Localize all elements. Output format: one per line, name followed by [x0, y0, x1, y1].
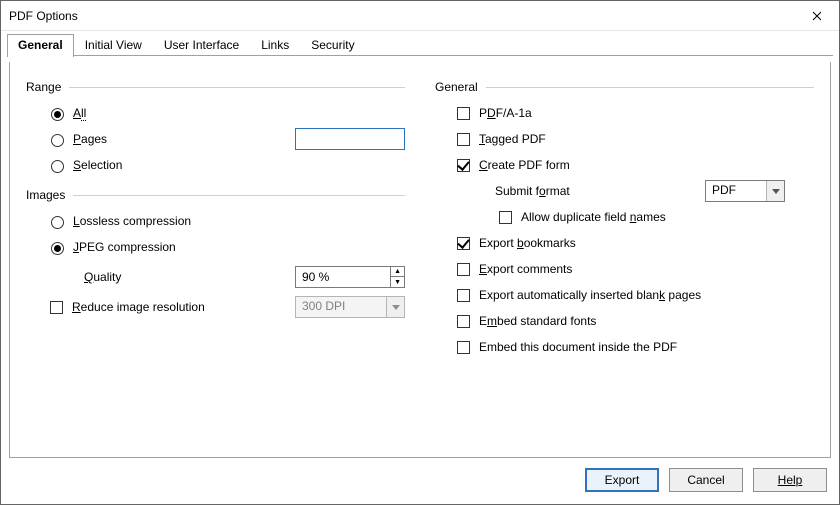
- close-icon: [812, 11, 822, 21]
- check-export-blank-label: Export automatically inserted blank page…: [479, 288, 701, 302]
- check-allow-dup-input[interactable]: [499, 211, 512, 224]
- radio-jpeg-label: JPEG compression: [73, 240, 176, 254]
- cancel-button[interactable]: Cancel: [669, 468, 743, 492]
- radio-lossless[interactable]: Lossless compression: [46, 213, 191, 229]
- spin-down-icon[interactable]: ▼: [391, 277, 404, 287]
- general-label: General: [435, 80, 478, 94]
- images-group-header: Images: [26, 188, 405, 202]
- check-export-bookmarks-input[interactable]: [457, 237, 470, 250]
- submit-format-value: PDF: [706, 181, 766, 201]
- right-column: General PDF/A-1a Tagged PDF: [435, 76, 814, 449]
- quality-spinner[interactable]: ▲ ▼: [295, 266, 405, 288]
- divider: [73, 195, 405, 196]
- export-button[interactable]: Export: [585, 468, 659, 492]
- check-pdfa-input[interactable]: [457, 107, 470, 120]
- resolution-combo-value: 300 DPI: [296, 297, 386, 317]
- check-export-comments-label: Export comments: [479, 262, 572, 276]
- tab-user-interface[interactable]: User Interface: [153, 34, 250, 56]
- check-create-form-label: Create PDF form: [479, 158, 570, 172]
- check-embed-doc[interactable]: Embed this document inside the PDF: [453, 338, 677, 357]
- close-button[interactable]: [794, 1, 839, 31]
- help-button-label: Help: [778, 473, 803, 487]
- tab-panel-general: Range All Pages: [9, 62, 831, 458]
- check-export-bookmarks[interactable]: Export bookmarks: [453, 234, 576, 253]
- check-reduce-resolution[interactable]: Reduce image resolution: [46, 298, 205, 317]
- range-label: Range: [26, 80, 61, 94]
- resolution-combo: 300 DPI: [295, 296, 405, 318]
- divider: [486, 87, 814, 88]
- tab-general[interactable]: General: [7, 34, 74, 57]
- radio-pages-input[interactable]: [51, 134, 64, 147]
- range-group-header: Range: [26, 80, 405, 94]
- quality-label: Quality: [84, 270, 121, 284]
- check-embed-fonts[interactable]: Embed standard fonts: [453, 312, 596, 331]
- help-button[interactable]: Help: [753, 468, 827, 492]
- radio-jpeg[interactable]: JPEG compression: [46, 239, 176, 255]
- check-embed-fonts-input[interactable]: [457, 315, 470, 328]
- check-embed-doc-label: Embed this document inside the PDF: [479, 340, 677, 354]
- check-export-comments[interactable]: Export comments: [453, 260, 572, 279]
- radio-selection[interactable]: Selection: [46, 157, 122, 173]
- chevron-down-icon: [392, 305, 400, 310]
- dialog-title: PDF Options: [9, 9, 78, 23]
- general-group-header: General: [435, 80, 814, 94]
- check-reduce-resolution-label: Reduce image resolution: [72, 300, 205, 314]
- check-reduce-resolution-input[interactable]: [50, 301, 63, 314]
- pages-input[interactable]: [295, 128, 405, 150]
- spin-up-icon[interactable]: ▲: [391, 267, 404, 277]
- check-pdfa[interactable]: PDF/A-1a: [453, 104, 532, 123]
- check-embed-doc-input[interactable]: [457, 341, 470, 354]
- pdf-options-dialog: PDF Options General Initial View User In…: [0, 0, 840, 505]
- check-pdfa-label: PDF/A-1a: [479, 106, 532, 120]
- check-tagged-label: Tagged PDF: [479, 132, 546, 146]
- submit-format-label: Submit format: [495, 184, 705, 198]
- check-embed-fonts-label: Embed standard fonts: [479, 314, 596, 328]
- left-column: Range All Pages: [26, 76, 405, 449]
- tabstrip: General Initial View User Interface Link…: [1, 31, 839, 56]
- quality-spin-buttons[interactable]: ▲ ▼: [390, 267, 404, 287]
- chevron-down-icon: [772, 189, 780, 194]
- submit-format-combo-button[interactable]: [766, 181, 784, 201]
- check-export-comments-input[interactable]: [457, 263, 470, 276]
- divider: [69, 87, 405, 88]
- tab-general-label: General: [18, 38, 63, 52]
- check-export-blank-input[interactable]: [457, 289, 470, 302]
- check-allow-dup[interactable]: Allow duplicate field names: [495, 208, 666, 227]
- radio-selection-input[interactable]: [51, 160, 64, 173]
- check-allow-dup-label: Allow duplicate field names: [521, 210, 666, 224]
- check-export-blank[interactable]: Export automatically inserted blank page…: [453, 286, 701, 305]
- check-export-bookmarks-label: Export bookmarks: [479, 236, 576, 250]
- check-tagged[interactable]: Tagged PDF: [453, 130, 546, 149]
- radio-all-input[interactable]: [51, 108, 64, 121]
- tab-initial-view-label: Initial View: [85, 38, 142, 52]
- radio-all[interactable]: All: [46, 105, 86, 121]
- radio-lossless-label: Lossless compression: [73, 214, 191, 228]
- check-create-form-input[interactable]: [457, 159, 470, 172]
- radio-all-label: All: [73, 106, 86, 120]
- tab-security[interactable]: Security: [300, 34, 365, 56]
- resolution-combo-button: [386, 297, 404, 317]
- tab-links[interactable]: Links: [250, 34, 300, 56]
- export-button-label: Export: [605, 473, 640, 487]
- quality-value-input[interactable]: [296, 267, 390, 287]
- radio-jpeg-input[interactable]: [51, 242, 64, 255]
- cancel-button-label: Cancel: [687, 473, 724, 487]
- radio-lossless-input[interactable]: [51, 216, 64, 229]
- radio-pages-label: Pages: [73, 132, 107, 146]
- titlebar: PDF Options: [1, 1, 839, 31]
- submit-format-combo[interactable]: PDF: [705, 180, 785, 202]
- check-tagged-input[interactable]: [457, 133, 470, 146]
- tab-user-interface-label: User Interface: [164, 38, 239, 52]
- tab-security-label: Security: [311, 38, 354, 52]
- images-label: Images: [26, 188, 65, 202]
- radio-selection-label: Selection: [73, 158, 122, 172]
- footer-buttons: Export Cancel Help: [1, 458, 839, 504]
- tab-links-label: Links: [261, 38, 289, 52]
- tab-initial-view[interactable]: Initial View: [74, 34, 153, 56]
- radio-pages[interactable]: Pages: [46, 131, 107, 147]
- check-create-form[interactable]: Create PDF form: [453, 156, 570, 175]
